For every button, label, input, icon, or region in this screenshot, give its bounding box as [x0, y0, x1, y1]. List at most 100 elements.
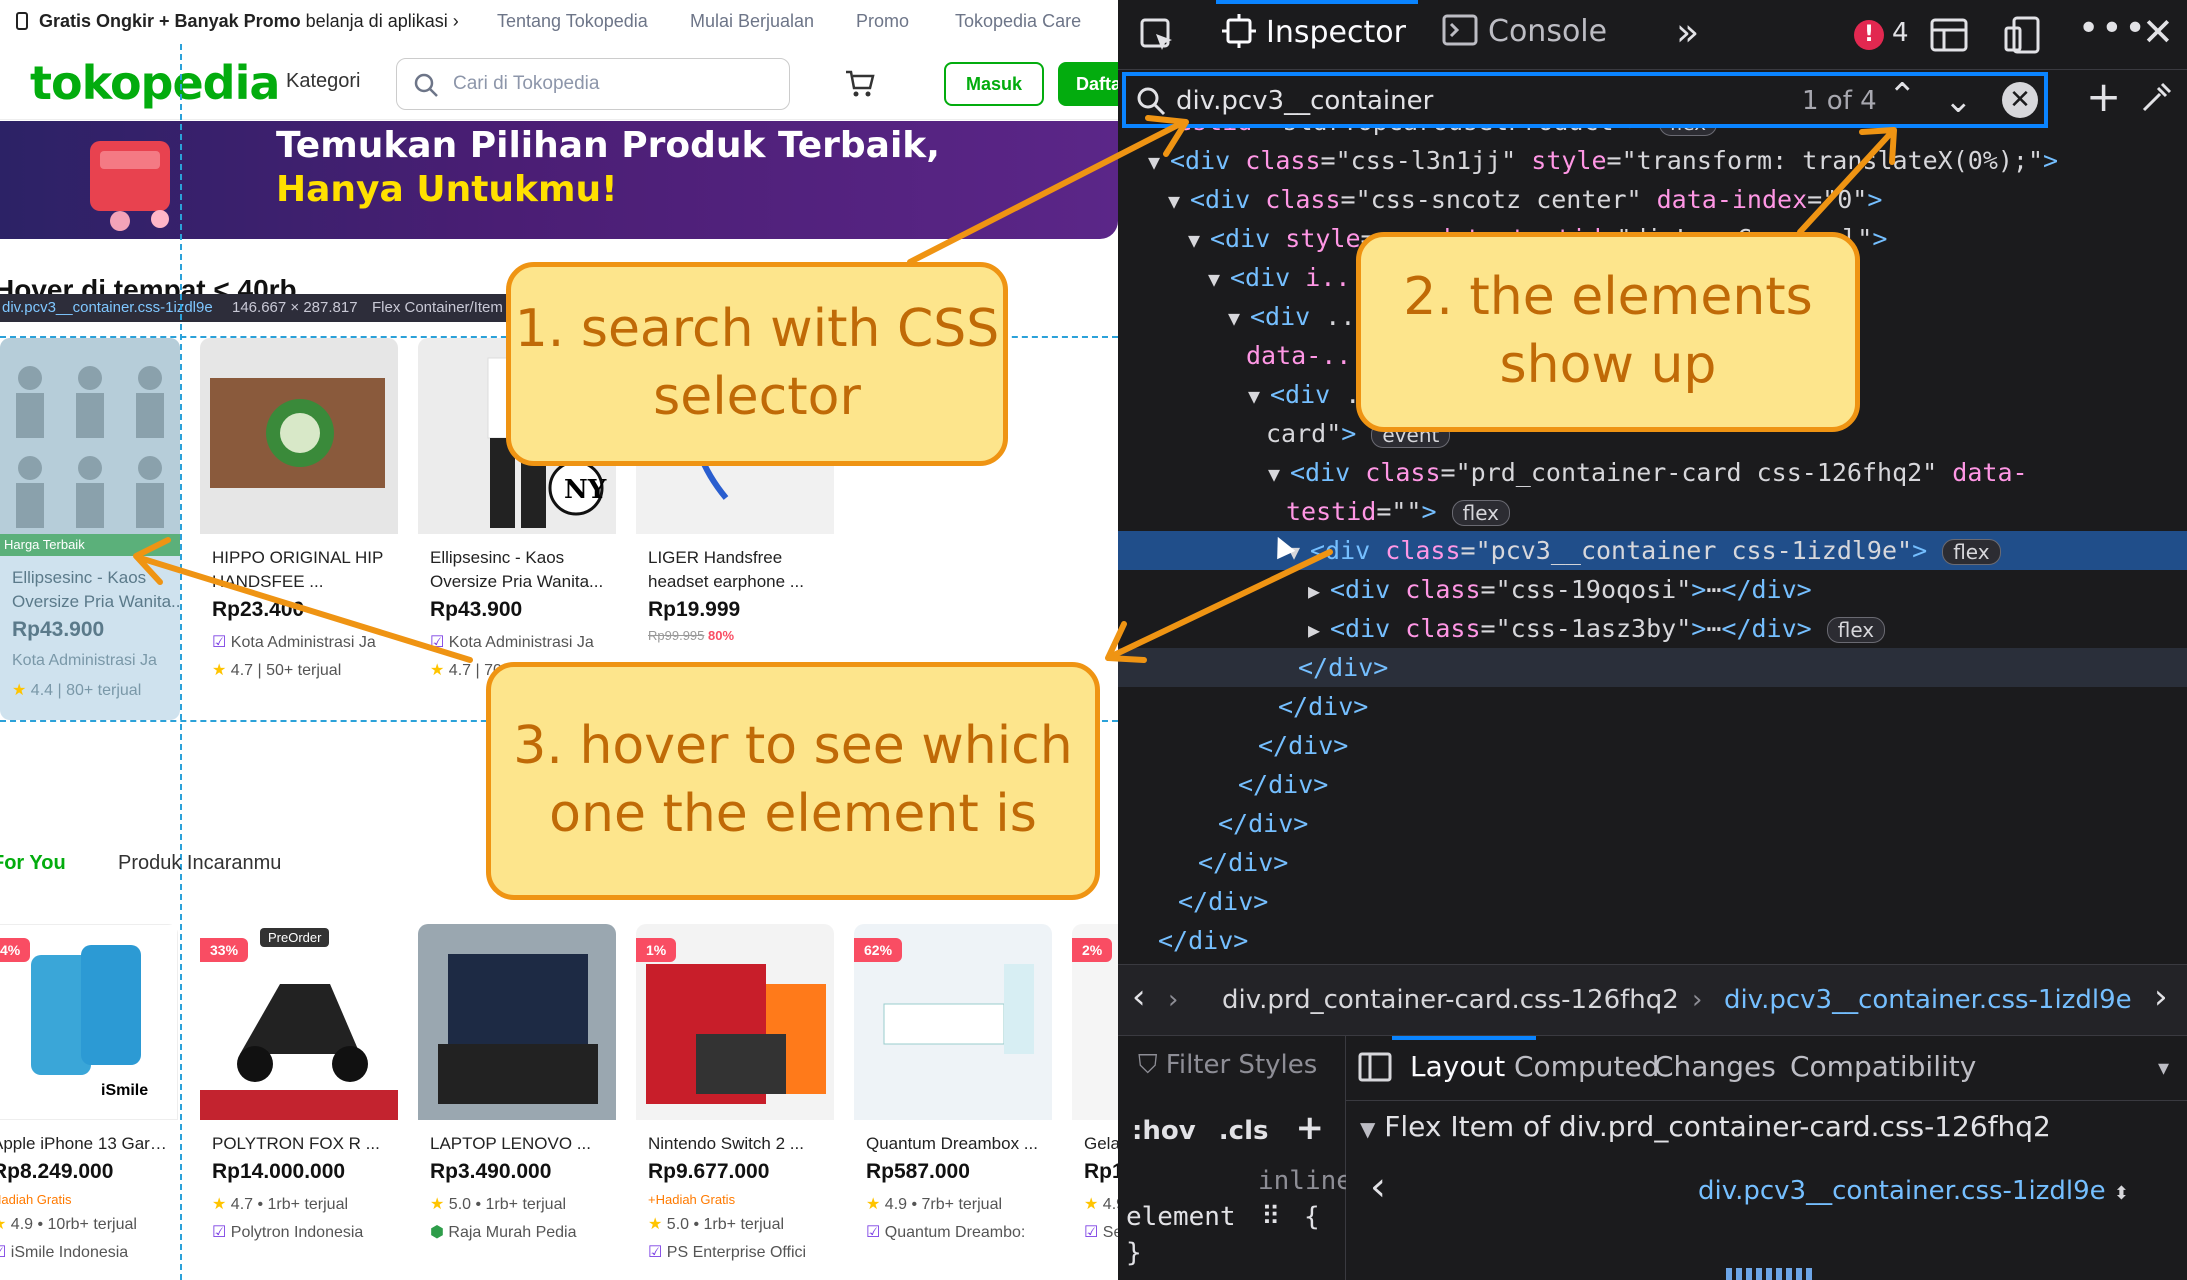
promo-banner-hero[interactable]: Temukan Pilihan Produk Terbaik, Hanya Un… — [0, 121, 1118, 239]
flex-badge[interactable]: flex — [1658, 128, 1718, 136]
tabs-overflow-icon[interactable]: ▾ — [2158, 1056, 2169, 1081]
add-rule-icon[interactable]: + — [1296, 1108, 1325, 1148]
expand-arrow-icon[interactable]: ▼ — [1188, 221, 1210, 260]
hov-toggle[interactable]: :hov — [1132, 1116, 1196, 1146]
breadcrumb-scroll-left-icon[interactable]: ‹ — [1132, 977, 1146, 1017]
kategori-menu[interactable]: Kategori — [286, 70, 361, 93]
product-card-1[interactable]: Harga Terbaik Ellipsesinc - Kaos Oversiz… — [0, 338, 180, 720]
tab-console[interactable]: Console — [1442, 14, 1607, 49]
cls-toggle[interactable]: .cls — [1219, 1116, 1269, 1146]
collapse-arrow-icon[interactable]: ▶ — [1308, 572, 1330, 611]
eyedropper-icon[interactable] — [2138, 80, 2174, 116]
rating-text: 4.9 • 7rb+ terjual — [884, 1196, 1003, 1213]
cart-icon[interactable] — [844, 68, 876, 98]
product-card-iphone[interactable]: iSmile 4% Apple iPhone 13 Garan... Rp8.2… — [0, 924, 178, 1280]
promo-banner[interactable]: Gratis Ongkir + Banyak Promo belanja di … — [16, 11, 459, 32]
verified-icon: ☑ — [866, 1224, 881, 1241]
flex-badge[interactable]: flex — [1942, 539, 2001, 565]
webpage-viewport: Gratis Ongkir + Banyak Promo belanja di … — [0, 0, 1118, 1280]
breadcrumb-item-current[interactable]: div.pcv3__container.css-1izdl9e — [1724, 985, 2132, 1015]
back-icon[interactable]: ‹ — [1370, 1164, 1386, 1210]
breadcrumb-item-parent[interactable]: div.prd_container-card.css-126fhq2 — [1222, 985, 1679, 1015]
element-picker-icon[interactable] — [1138, 16, 1178, 56]
markup-token: > — [1867, 185, 1883, 214]
product-card-polytron[interactable]: 33% PreOrder POLYTRON FOX R ... Rp14.000… — [200, 924, 398, 1280]
markup-node[interactable]: </div> — [1118, 726, 2187, 765]
previous-result-icon[interactable]: ⌃ — [1888, 76, 1917, 116]
sidebar-toggle-icon[interactable] — [1358, 1052, 1392, 1082]
shop-name: ☑ Se — [1084, 1222, 1118, 1242]
markup-node[interactable]: </div> — [1118, 765, 2187, 804]
product-card-switch[interactable]: 1% Nintendo Switch 2 ... Rp9.677.000 +Ha… — [636, 924, 834, 1280]
markup-node[interactable]: testid=""> flex — [1118, 492, 2187, 531]
expand-arrow-icon[interactable]: ▼ — [1208, 260, 1230, 299]
close-icon[interactable]: ✕ — [2142, 10, 2174, 54]
markup-node[interactable]: </div> — [1118, 882, 2187, 921]
markup-node[interactable]: </div> — [1118, 687, 2187, 726]
breadcrumb-scroll-right-icon[interactable]: › — [2154, 977, 2168, 1017]
shop-text: PS Enterprise Offici — [666, 1244, 807, 1261]
markup-token: > — [2043, 146, 2059, 175]
next-result-icon[interactable]: ⌃ — [1944, 78, 1973, 118]
product-rating: ★ 4.9 — [1084, 1194, 1118, 1214]
error-icon[interactable]: ! — [1854, 20, 1884, 50]
link-care[interactable]: Tokopedia Care — [955, 11, 1081, 32]
discount-badge: 62% — [854, 938, 903, 962]
tokopedia-logo[interactable]: tokopedia — [30, 56, 280, 110]
add-node-icon[interactable]: + — [2086, 72, 2121, 121]
overflow-menu-icon[interactable]: ••• — [2078, 8, 2148, 49]
filter-styles-input[interactable]: ⛉ Filter Styles — [1138, 1050, 1317, 1081]
tab-layout[interactable]: Layout — [1410, 1050, 1505, 1083]
flex-item-selector[interactable]: div.pcv3__container.css-1izdl9e ⬍ — [1698, 1176, 2129, 1206]
daftar-button[interactable]: Daftar — [1058, 62, 1118, 106]
markup-node[interactable]: ▶ <div class="css-1asz3by">⋯</div> flex — [1118, 609, 2187, 648]
expand-arrow-icon[interactable]: ▼ — [1268, 455, 1290, 494]
flex-badge[interactable]: flex — [1826, 617, 1886, 643]
flex-item-header[interactable]: ▼ Flex Item of div.prd_container-card.cs… — [1360, 1110, 2051, 1143]
expand-arrow-icon[interactable]: ▼ — [1248, 377, 1270, 416]
tab-inspector[interactable]: Inspector — [1222, 14, 1406, 50]
tab-compatibility[interactable]: Compatibility — [1790, 1050, 1976, 1083]
markup-node[interactable]: testid="sldrTopCarouselProduct"> flex — [1118, 128, 2187, 141]
markup-node[interactable]: </div> — [1118, 921, 2187, 960]
markup-node[interactable]: ▼ <div class="css-sncotz center" data-ind… — [1118, 180, 2187, 219]
markup-node[interactable]: ▼ <div class="css-l3n1jj" style="transfor… — [1118, 141, 2187, 180]
markup-token: = — [1440, 458, 1456, 487]
product-card-lenovo[interactable]: LAPTOP LENOVO ... Rp3.490.000 ★ 5.0 • 1r… — [418, 924, 616, 1280]
product-card-2[interactable]: HIPPO ORIGINAL HIP HANDSFEE ... Rp23.400… — [200, 338, 398, 720]
link-tentang[interactable]: Tentang Tokopedia — [497, 11, 648, 32]
expand-arrow-icon[interactable]: ▼ — [1228, 299, 1250, 338]
shop-text: Kota Administrasi Ja — [448, 634, 594, 651]
markup-node[interactable]: </div> — [1118, 804, 2187, 843]
tab-for-you[interactable]: For You — [0, 852, 66, 875]
tab-produk-incaranmu[interactable]: Produk Incaranmu — [118, 852, 281, 875]
grid-icon[interactable]: ⠿ — [1261, 1202, 1280, 1232]
product-rating: ★ 4.9 • 10rb+ terjual — [0, 1214, 137, 1234]
expand-arrow-icon[interactable]: ▼ — [1168, 182, 1190, 221]
product-card-gelang[interactable]: 2% Gelang... Rp1.2 ★ 4.9 ☑ Se — [1072, 924, 1118, 1280]
tab-computed[interactable]: Computed — [1514, 1050, 1659, 1083]
link-mulai-berjualan[interactable]: Mulai Berjualan — [690, 11, 814, 32]
discount-badge: 4% — [0, 938, 31, 962]
masuk-button[interactable]: Masuk — [944, 62, 1044, 106]
tab-changes[interactable]: Changes — [1654, 1050, 1776, 1083]
responsive-design-icon[interactable] — [2004, 16, 2042, 54]
markup-node[interactable]: </div> — [1118, 843, 2187, 882]
link-promo[interactable]: Promo — [856, 11, 909, 32]
markup-node[interactable]: ▶ <div class="css-19oqosi">⋯</div> — [1118, 570, 2187, 609]
markup-node[interactable]: ▼ <div class="prd_container-card css-126f… — [1118, 453, 2187, 492]
more-tabs-icon[interactable]: » — [1676, 10, 1699, 54]
html-search-input[interactable]: div.pcv3__container 1 of 4 ⌃ ⌃ ✕ — [1122, 72, 2048, 128]
funnel-icon: ⛉ — [1138, 1050, 1158, 1080]
markup-token: testid — [1162, 128, 1252, 136]
dock-layout-icon[interactable] — [1930, 18, 1968, 52]
search-input[interactable]: Cari di Tokopedia — [396, 58, 790, 110]
product-card-quantum[interactable]: 62% Quantum Dreambox ... Rp587.000 ★ 4.9… — [854, 924, 1052, 1280]
expand-arrow-icon[interactable]: ▼ — [1148, 143, 1170, 182]
product-rating: ★ 4.4 | 80+ terjual — [12, 680, 141, 700]
clear-search-icon[interactable]: ✕ — [2002, 82, 2038, 118]
collapse-arrow-icon[interactable]: ▶ — [1308, 611, 1330, 650]
flex-badge[interactable]: flex — [1451, 500, 1510, 526]
markup-node[interactable]: </div> — [1118, 648, 2187, 687]
promo-rest: belanja di aplikasi — [305, 11, 448, 31]
